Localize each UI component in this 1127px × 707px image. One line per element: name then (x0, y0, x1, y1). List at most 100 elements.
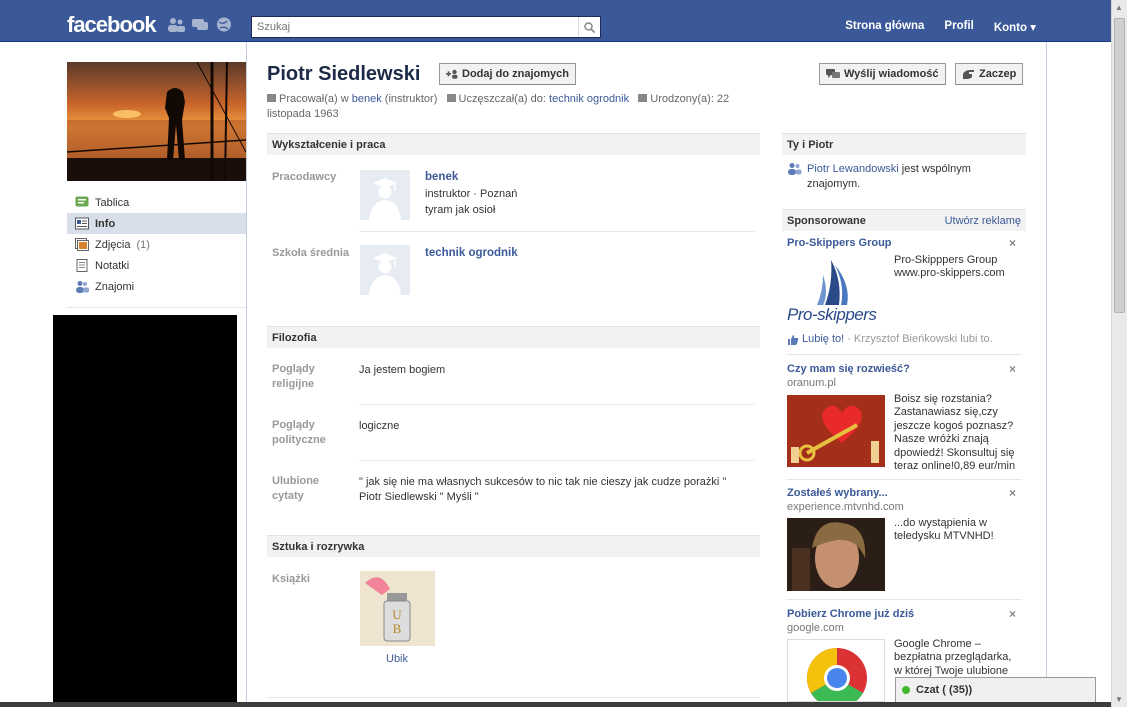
education-work-header: Wykształcenie i praca (267, 133, 760, 155)
search-button[interactable] (578, 17, 600, 37)
ad-image[interactable] (787, 639, 885, 702)
blank-black-area (53, 315, 237, 707)
nav-photos-count: (1) (136, 238, 150, 251)
divider (359, 231, 755, 232)
nav-friends[interactable]: Znajomi (67, 276, 246, 297)
page-border-left (246, 42, 247, 707)
nav-home[interactable]: Strona główna (845, 20, 924, 34)
graduation-cap-icon (360, 245, 410, 295)
ad-domain: google.com (787, 622, 844, 634)
nav-info[interactable]: Info (67, 213, 246, 234)
friend-requests-icon[interactable] (167, 17, 185, 32)
close-icon[interactable]: × (1009, 236, 1016, 250)
ad-domain: oranum.pl (787, 377, 836, 389)
divider (359, 460, 755, 461)
page-scrollbar[interactable]: ▲ ▼ (1111, 0, 1127, 707)
quotes-label: Ulubione cytaty (272, 475, 320, 502)
ad-title[interactable]: Pro-Skippers Group (787, 237, 892, 249)
close-icon[interactable]: × (1009, 607, 1016, 621)
nav-friends-label: Znajomi (95, 280, 135, 293)
divider (359, 404, 755, 405)
scroll-down-icon[interactable]: ▼ (1115, 695, 1123, 704)
ad-text: Google Chrome – bezpłatna przeglądarka, … (894, 638, 1012, 677)
nav-notes[interactable]: Notatki (67, 255, 246, 276)
ad-text: Boisz się rozstania? Zastanawiasz się,cz… (894, 393, 1016, 473)
facebook-logo[interactable]: facebook (67, 12, 157, 38)
add-friend-button[interactable]: Dodaj do znajomych (439, 63, 576, 85)
divider (787, 599, 1021, 600)
mutual-friend-text: Piotr Lewandowski jest wspólnym znajomym… (807, 162, 987, 192)
pro-skippers-logo[interactable]: Pro-skippers (787, 255, 883, 327)
employer-meta: instruktor · Poznań (425, 188, 518, 200)
send-message-button[interactable]: Wyślij wiadomość (819, 63, 946, 85)
school-link[interactable]: technik ogrodnik (549, 93, 629, 105)
profile-picture[interactable] (67, 62, 246, 181)
nav-photos[interactable]: Zdjęcia (1) (67, 234, 246, 255)
mutual-friends-icon (788, 163, 802, 175)
ad-text: Pro-Skipppers Group www.pro-skippers.com (894, 254, 1005, 280)
nav-profile[interactable]: Profil (944, 20, 973, 34)
profile-name: Piotr Siedlewski (267, 63, 421, 85)
search-box[interactable] (251, 16, 601, 38)
birthday-icon (638, 94, 648, 102)
jewel-icons (167, 17, 233, 32)
photos-icon (75, 238, 89, 251)
employer-name[interactable]: benek (425, 171, 458, 183)
worked-role: (instruktor) (384, 93, 438, 105)
ad-title[interactable]: Zostałeś wybrany... (787, 487, 888, 499)
chrome-logo-icon (806, 648, 867, 701)
highschool-thumbnail[interactable] (360, 245, 410, 295)
philosophy-header: Filozofia (267, 326, 760, 348)
poke-button[interactable]: Zaczep (955, 63, 1024, 85)
school-prefix: Uczęszczał(a) do: (458, 93, 546, 105)
info-icon (75, 217, 89, 230)
nav-notes-label: Notatki (95, 259, 130, 272)
window-bottom-edge (0, 702, 1111, 707)
messages-icon[interactable] (191, 17, 209, 32)
ad-image[interactable] (787, 395, 885, 467)
religious-label: Poglądy religijne (272, 363, 315, 390)
woman-portrait-image (787, 518, 885, 591)
ad-image[interactable] (787, 518, 885, 591)
profile-nav: Tablica Info Zdjęcia (1) Notatki Znajomi (67, 192, 246, 297)
book-cover[interactable]: UB (360, 571, 435, 646)
religious-value: Ja jestem bogiem (359, 364, 446, 376)
ad-text: ...do wystąpienia w teledysku MTVNHD! (894, 517, 994, 543)
notes-icon (76, 259, 88, 272)
employer-description: tyram jak osioł (425, 204, 496, 216)
you-and-header: Ty i Piotr (782, 133, 1026, 155)
highschool-label: Szkoła średnia (272, 247, 350, 259)
nav-wall[interactable]: Tablica (67, 192, 246, 213)
create-ad-link[interactable]: Utwórz reklamę (945, 215, 1021, 227)
sponsored-title: Sponsorowane (787, 215, 866, 227)
close-icon[interactable]: × (1009, 362, 1016, 376)
nav-photos-label: Zdjęcia (95, 238, 131, 251)
chat-bar[interactable]: Czat ( (35)) (895, 677, 1096, 702)
svg-text:B: B (393, 621, 402, 636)
divider (787, 354, 1021, 355)
search-input[interactable] (252, 17, 578, 37)
scroll-up-icon[interactable]: ▲ (1115, 3, 1123, 12)
search-icon (584, 21, 595, 33)
mutual-friend-link[interactable]: Piotr Lewandowski (807, 163, 899, 175)
top-nav: Strona główna Profil Konto ▾ (845, 20, 1036, 34)
ad-title[interactable]: Pobierz Chrome już dziś (787, 608, 914, 620)
ad-like-link[interactable]: Lubię to! (802, 333, 844, 345)
book-title-link[interactable]: Ubik (386, 653, 408, 665)
close-icon[interactable]: × (1009, 486, 1016, 500)
page-border-right (1046, 42, 1047, 707)
scrollbar-thumb[interactable] (1114, 18, 1125, 313)
highschool-name[interactable]: technik ogrodnik (425, 247, 518, 259)
sponsored-header: Sponsorowane Utwórz reklamę (782, 209, 1026, 231)
nav-wall-label: Tablica (95, 196, 130, 209)
employer-thumbnail[interactable] (360, 170, 410, 220)
thumbs-up-icon (788, 334, 799, 345)
online-status-icon (902, 686, 910, 694)
worked-at-link[interactable]: benek (352, 93, 382, 105)
nav-info-label: Info (95, 217, 116, 230)
ad-title[interactable]: Czy mam się rozwieść? (787, 363, 910, 375)
notifications-globe-icon[interactable] (215, 17, 233, 32)
add-friend-icon (446, 69, 458, 79)
poke-label: Zaczep (979, 68, 1017, 80)
nav-account[interactable]: Konto ▾ (994, 20, 1036, 34)
